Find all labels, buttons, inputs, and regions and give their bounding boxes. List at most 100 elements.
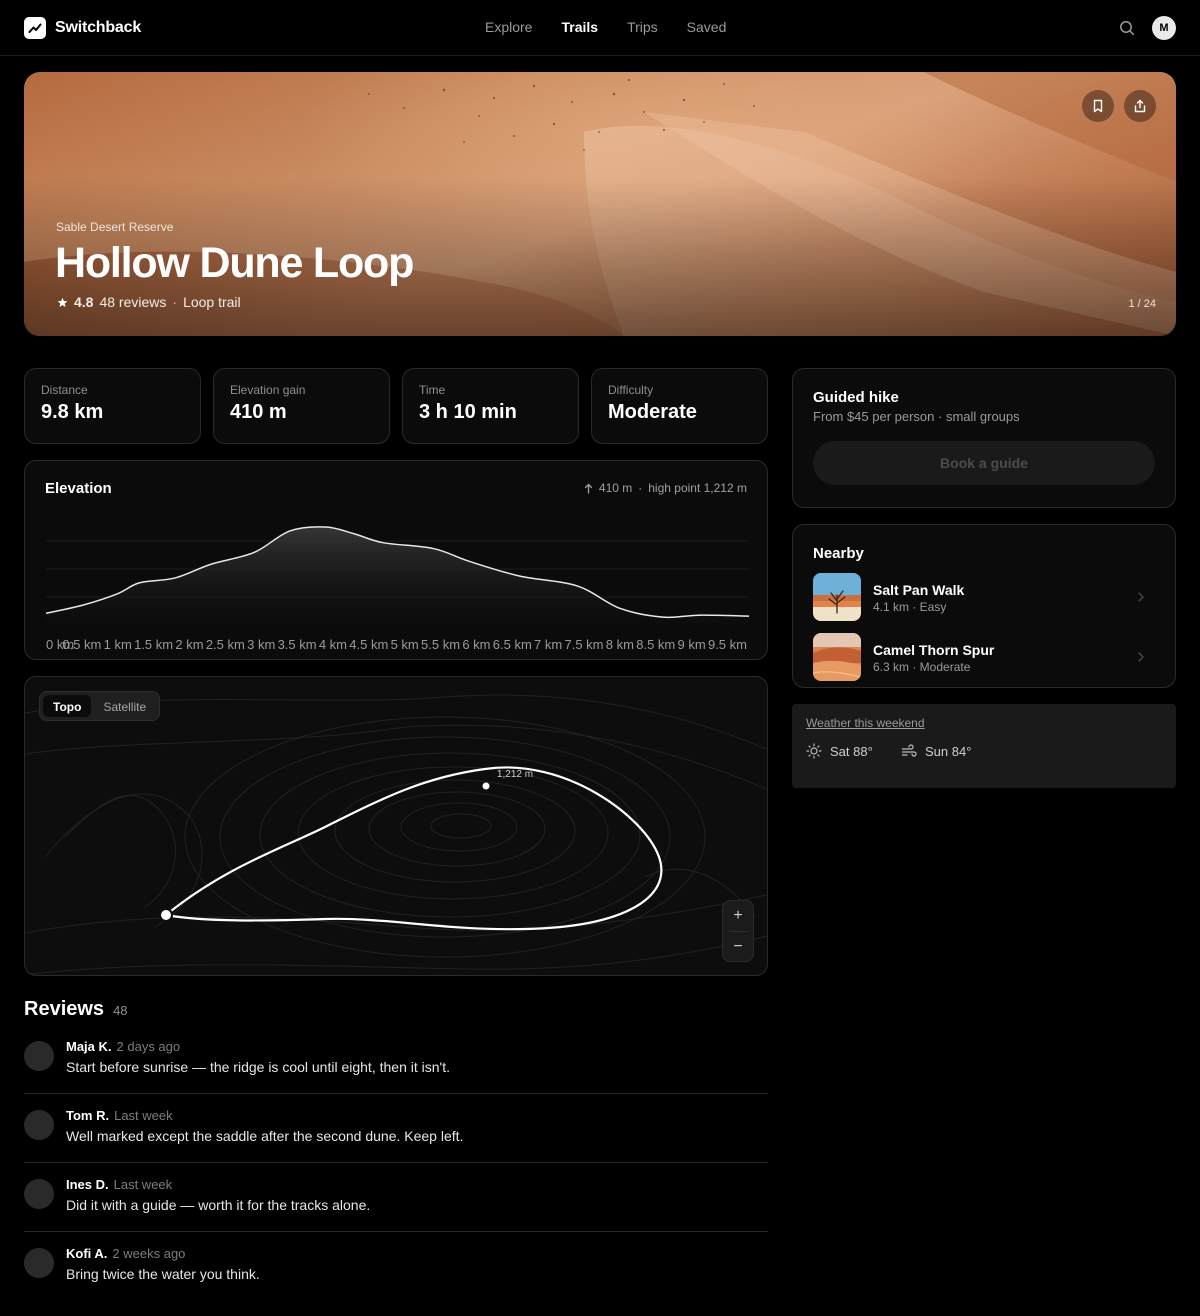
star-icon (57, 297, 68, 307)
weather-panel: Weather this weekend Sat 88° Sun 84° (792, 704, 1176, 788)
review-time: Last week (113, 1177, 173, 1192)
weather-label: Sat 88° (830, 743, 873, 759)
reviews-link[interactable]: 48 reviews (99, 294, 166, 310)
trail-map[interactable]: 1,212 m Topo Satellite + − (24, 676, 768, 976)
x-tick-label: 7.5 km (565, 637, 604, 652)
nav-trails[interactable]: Trails (561, 19, 598, 35)
stat-time: Time 3 h 10 min (402, 368, 579, 444)
elevation-area (46, 526, 749, 625)
elevation-chart[interactable]: 0 km0.5 km 1 km 1.5 km 2 km 2.5 km 3 km 3.5 km… (25, 461, 769, 661)
zoom-out-button[interactable]: − (723, 932, 753, 962)
stat-distance: Distance 9.8 km (24, 368, 201, 444)
topo-map-canvas: 1,212 m (25, 694, 767, 975)
weather-day: Sat 88° (806, 743, 873, 759)
divider (24, 1162, 768, 1163)
trail-type: Loop trail (183, 294, 241, 310)
review-text: Bring twice the water you think. (66, 1266, 260, 1282)
avatar (24, 1041, 54, 1071)
avatar (24, 1110, 54, 1140)
divider (24, 1093, 768, 1094)
guided-hike-card: Guided hike From $45 per person · small … (792, 368, 1176, 508)
park-name[interactable]: Sable Desert Reserve (56, 220, 173, 234)
x-tick-label: 2.5 km (206, 637, 245, 652)
share-icon (1134, 99, 1146, 113)
x-tick-label: 3.5 km (278, 637, 317, 652)
nearby-name: Salt Pan Walk (873, 582, 965, 598)
x-tick-label: 8.5 km (636, 637, 675, 652)
reviewer-name: Maja K. 2 days ago (66, 1039, 181, 1054)
review-text: Did it with a guide — worth it for the t… (66, 1197, 371, 1213)
nearby-item[interactable]: Salt Pan Walk 4.1 km · Easy (813, 573, 1155, 621)
nav-explore[interactable]: Explore (485, 19, 532, 35)
x-tick-label: 4.5 km (349, 637, 388, 652)
stat-value: 3 h 10 min (419, 401, 517, 423)
guided-title: Guided hike (813, 389, 899, 406)
x-tick-label: 5.5 km (421, 637, 460, 652)
stat-difficulty: Difficulty Moderate (591, 368, 768, 444)
rating-value: 4.8 (74, 294, 94, 310)
bookmark-button[interactable] (1082, 90, 1114, 122)
avatar (24, 1179, 54, 1209)
weather-day: Sun 84° (901, 743, 971, 759)
x-tick-label: 9 km (678, 637, 706, 652)
stat-label: Difficulty (608, 383, 654, 397)
map-mode-toggle: Topo Satellite (39, 691, 161, 721)
reviewer-name: Tom R. Last week (66, 1108, 173, 1123)
nearby-meta: 6.3 km · Moderate (873, 660, 971, 674)
weather-label: Sun 84° (925, 743, 972, 759)
hero-banner: Sable Desert Reserve Hollow Dune Loop 4.… (24, 72, 1176, 336)
mode-topo[interactable]: Topo (43, 695, 92, 717)
x-tick-label: 2 km (175, 637, 203, 652)
reviews-title: Reviews (24, 998, 105, 1020)
x-tick-label: 8 km (606, 637, 634, 652)
x-tick-label: 4 km (319, 637, 347, 652)
stat-value: 9.8 km (41, 401, 104, 423)
search-icon[interactable] (1118, 19, 1136, 37)
trail-route-line[interactable] (163, 766, 663, 931)
x-tick-label: 5 km (391, 637, 419, 652)
divider (24, 1231, 768, 1232)
reviewer-name: Kofi A. 2 weeks ago (66, 1246, 186, 1261)
nearby-title: Nearby (813, 545, 864, 562)
brand-name: Switchback (55, 19, 142, 36)
x-tick-label: 9.5 km (708, 637, 747, 652)
photo-counter: 1 / 24 (1128, 298, 1156, 310)
nearby-item[interactable]: Camel Thorn Spur 6.3 km · Moderate (813, 633, 1155, 681)
x-tick-label: 6.5 km (493, 637, 532, 652)
brand-logo[interactable]: Switchback (24, 17, 141, 39)
share-button[interactable] (1124, 90, 1156, 122)
stat-label: Distance (41, 383, 88, 397)
book-guide-button[interactable]: Book a guide (813, 441, 1155, 485)
nav-trips[interactable]: Trips (627, 19, 658, 35)
wind-icon (901, 744, 917, 757)
trailhead-marker[interactable] (159, 908, 173, 922)
trend-icon (24, 17, 46, 39)
reviews-count: 48 (113, 1003, 128, 1018)
zoom-in-button[interactable]: + (723, 901, 753, 931)
x-tick-label: 6 km (462, 637, 490, 652)
nav-saved[interactable]: Saved (687, 19, 727, 35)
guided-subtitle: From $45 per person · small groups (813, 409, 1020, 424)
nearby-name: Camel Thorn Spur (873, 642, 995, 658)
reviews-header: Reviews 48 (24, 998, 128, 1021)
x-tick-label: 1 km (104, 637, 132, 652)
review-time: 2 days ago (116, 1039, 181, 1054)
stat-elevation-gain: Elevation gain 410 m (213, 368, 390, 444)
sun-icon (806, 743, 822, 759)
reviewer-name: Ines D. Last week (66, 1177, 173, 1192)
x-tick-label: 1.5 km (134, 637, 173, 652)
weather-link[interactable]: Weather this weekend (806, 716, 925, 730)
review-text: Well marked except the saddle after the … (66, 1128, 464, 1144)
chevron-right-icon (1138, 652, 1144, 662)
peak-marker[interactable] (482, 782, 490, 790)
stat-value: 410 m (230, 401, 287, 423)
user-avatar[interactable]: M (1152, 16, 1176, 40)
elevation-card: Elevation 410 m · high point 1,212 m 0 k… (24, 460, 768, 660)
x-tick-label: 3 km (247, 637, 275, 652)
x-tick-label: 7 km (534, 637, 562, 652)
chevron-right-icon (1138, 592, 1144, 602)
top-bar: Switchback Explore Trails Trips Saved M (0, 0, 1200, 56)
thumbnail (813, 573, 861, 621)
mode-satellite[interactable]: Satellite (93, 695, 156, 717)
trail-title: Hollow Dune Loop (55, 239, 414, 287)
